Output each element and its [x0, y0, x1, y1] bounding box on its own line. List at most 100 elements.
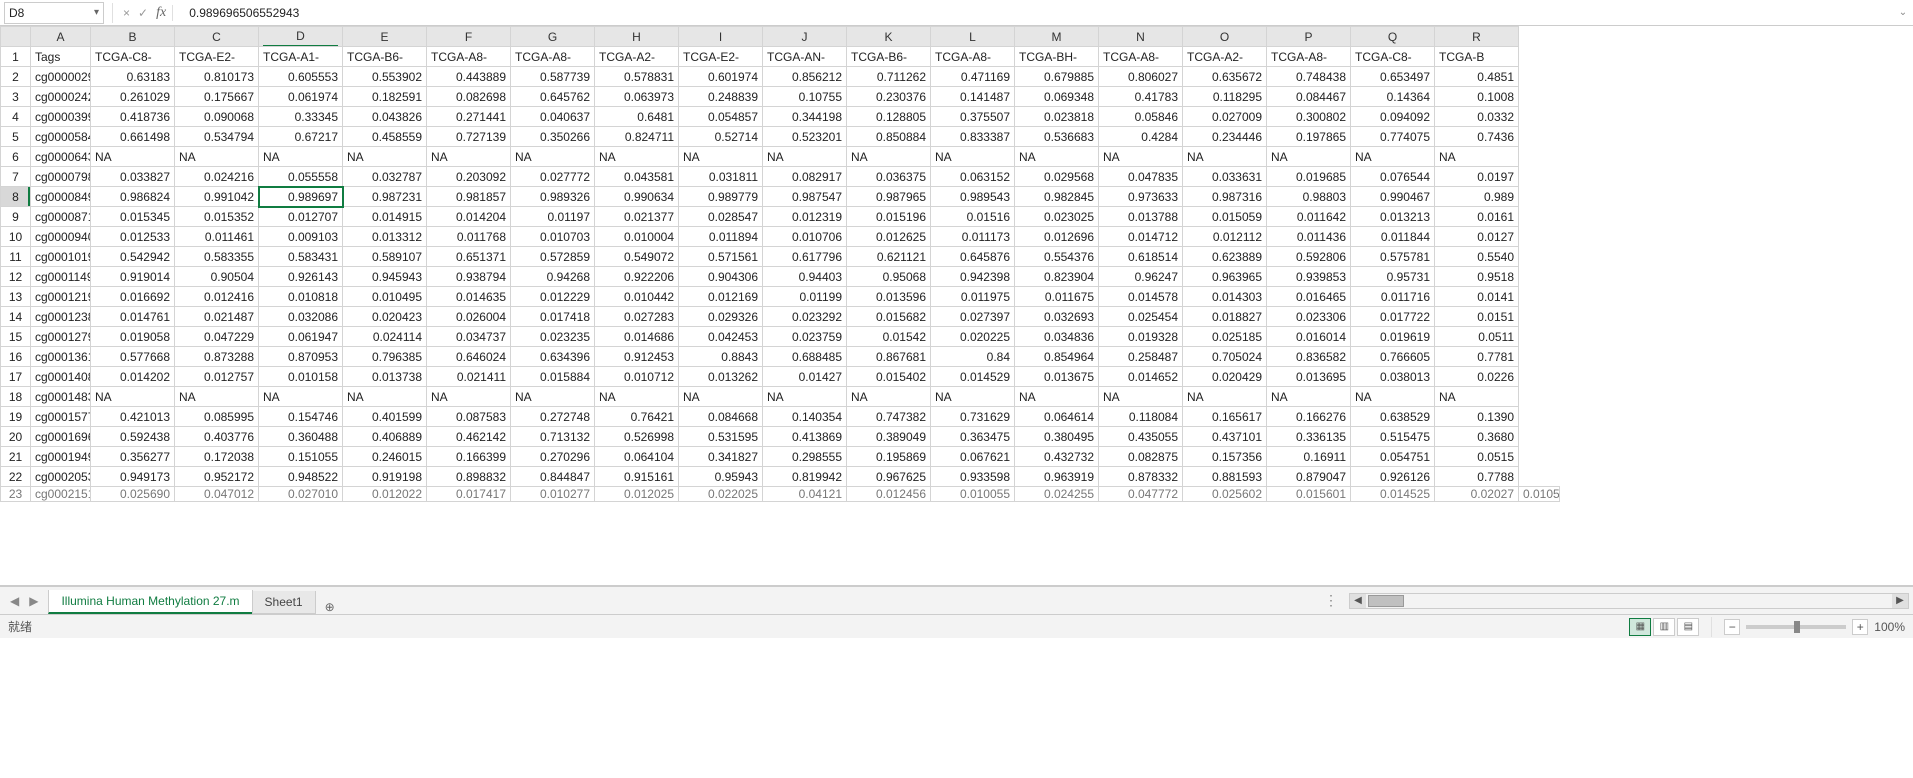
cell[interactable]: 0.012757	[175, 367, 259, 387]
cell[interactable]: 0.819942	[763, 467, 847, 487]
cell[interactable]: 0.879047	[1267, 467, 1351, 487]
cell[interactable]: 0.350266	[511, 127, 595, 147]
cell[interactable]: 0.015196	[847, 207, 931, 227]
row-header-3[interactable]: 3	[1, 87, 31, 107]
formula-input[interactable]: 0.989696506552943	[183, 2, 1893, 24]
cell[interactable]: 0.5540	[1435, 247, 1519, 267]
cell[interactable]: NA	[175, 147, 259, 167]
cell[interactable]: 0.531595	[679, 427, 763, 447]
cell[interactable]: cg0000940	[31, 227, 91, 247]
row-header-15[interactable]: 15	[1, 327, 31, 347]
cell[interactable]: 0.195869	[847, 447, 931, 467]
cell[interactable]: NA	[343, 147, 427, 167]
cell[interactable]: 0.017418	[511, 307, 595, 327]
cell[interactable]: 0.024255	[1015, 487, 1099, 502]
column-header-B[interactable]: B	[91, 27, 175, 47]
cell[interactable]: 0.824711	[595, 127, 679, 147]
cell[interactable]: 0.029326	[679, 307, 763, 327]
cell[interactable]: 0.618514	[1099, 247, 1183, 267]
cell[interactable]: 0.747382	[847, 407, 931, 427]
cell[interactable]: 0.95068	[847, 267, 931, 287]
cell[interactable]: 0.014635	[427, 287, 511, 307]
row-header-12[interactable]: 12	[1, 267, 31, 287]
row-header-7[interactable]: 7	[1, 167, 31, 187]
cell[interactable]: 0.012533	[91, 227, 175, 247]
cell[interactable]: 0.055558	[259, 167, 343, 187]
cell[interactable]: 0.679885	[1015, 67, 1099, 87]
cell[interactable]: 0.854964	[1015, 347, 1099, 367]
cell[interactable]: 0.01197	[511, 207, 595, 227]
cell[interactable]: 0.082917	[763, 167, 847, 187]
cell[interactable]: TCGA-A8-	[1099, 47, 1183, 67]
cell[interactable]: 0.009103	[259, 227, 343, 247]
cell[interactable]: NA	[1183, 387, 1267, 407]
row-header-1[interactable]: 1	[1, 47, 31, 67]
cell[interactable]: TCGA-E2-	[175, 47, 259, 67]
cell[interactable]: cg0000849	[31, 187, 91, 207]
column-header-D[interactable]: D	[259, 27, 343, 47]
cell[interactable]: 0.571561	[679, 247, 763, 267]
cell[interactable]: 0.032787	[343, 167, 427, 187]
cell[interactable]: 0.020423	[343, 307, 427, 327]
cell[interactable]: NA	[679, 147, 763, 167]
column-header-G[interactable]: G	[511, 27, 595, 47]
cell[interactable]: 0.067621	[931, 447, 1015, 467]
cell[interactable]: 0.016692	[91, 287, 175, 307]
cell[interactable]: 0.165617	[1183, 407, 1267, 427]
cell[interactable]: 0.0515	[1435, 447, 1519, 467]
cell[interactable]: 0.014578	[1099, 287, 1183, 307]
cell[interactable]: 0.601974	[679, 67, 763, 87]
confirm-icon[interactable]: ✓	[138, 6, 148, 20]
cell[interactable]: TCGA-B	[1435, 47, 1519, 67]
cell[interactable]: 0.012416	[175, 287, 259, 307]
cell[interactable]: 0.011461	[175, 227, 259, 247]
cell[interactable]: 0.034836	[1015, 327, 1099, 347]
cell[interactable]: 0.575781	[1351, 247, 1435, 267]
cell[interactable]: 0.418736	[91, 107, 175, 127]
cell[interactable]: 0.010712	[595, 367, 679, 387]
cell[interactable]: 0.023818	[1015, 107, 1099, 127]
cell[interactable]: 0.014202	[91, 367, 175, 387]
cell[interactable]: 0.027283	[595, 307, 679, 327]
cell[interactable]: 0.014652	[1099, 367, 1183, 387]
cell[interactable]: NA	[259, 147, 343, 167]
column-header-O[interactable]: O	[1183, 27, 1267, 47]
cell[interactable]: 0.6481	[595, 107, 679, 127]
cell[interactable]: 0.05846	[1099, 107, 1183, 127]
cell[interactable]: cg0001696	[31, 427, 91, 447]
cell[interactable]: 0.919014	[91, 267, 175, 287]
cell[interactable]: 0.015059	[1183, 207, 1267, 227]
cell[interactable]: 0.033827	[91, 167, 175, 187]
cell[interactable]: 0.806027	[1099, 67, 1183, 87]
cell[interactable]: 0.645762	[511, 87, 595, 107]
column-header-I[interactable]: I	[679, 27, 763, 47]
cell[interactable]: 0.973633	[1099, 187, 1183, 207]
cell[interactable]: NA	[91, 387, 175, 407]
cell[interactable]: 0.261029	[91, 87, 175, 107]
cell[interactable]: 0.013788	[1099, 207, 1183, 227]
cell[interactable]: 0.015884	[511, 367, 595, 387]
column-header-L[interactable]: L	[931, 27, 1015, 47]
cell[interactable]: 0.023306	[1267, 307, 1351, 327]
cell[interactable]: 0.027009	[1183, 107, 1267, 127]
cell[interactable]: 0.990467	[1351, 187, 1435, 207]
cell[interactable]: 0.248839	[679, 87, 763, 107]
cell[interactable]: 0.406889	[343, 427, 427, 447]
cell[interactable]: NA	[343, 387, 427, 407]
cell[interactable]: 0.128805	[847, 107, 931, 127]
cell[interactable]: 0.0151	[1435, 307, 1519, 327]
column-header-R[interactable]: R	[1435, 27, 1519, 47]
cell[interactable]: 0.76421	[595, 407, 679, 427]
row-header-8[interactable]: 8	[1, 187, 31, 207]
cell[interactable]: 0.141487	[931, 87, 1015, 107]
cell[interactable]: 0.022025	[679, 487, 763, 502]
cell[interactable]: 0.025185	[1183, 327, 1267, 347]
cell[interactable]: TCGA-A8-	[1267, 47, 1351, 67]
cell[interactable]: cg0000399	[31, 107, 91, 127]
cell[interactable]: TCGA-A2-	[595, 47, 679, 67]
cell[interactable]: 0.413869	[763, 427, 847, 447]
row-header-23[interactable]: 23	[1, 487, 31, 502]
cell[interactable]: NA	[259, 387, 343, 407]
cell[interactable]: 0.023025	[1015, 207, 1099, 227]
cell[interactable]: 0.95731	[1351, 267, 1435, 287]
